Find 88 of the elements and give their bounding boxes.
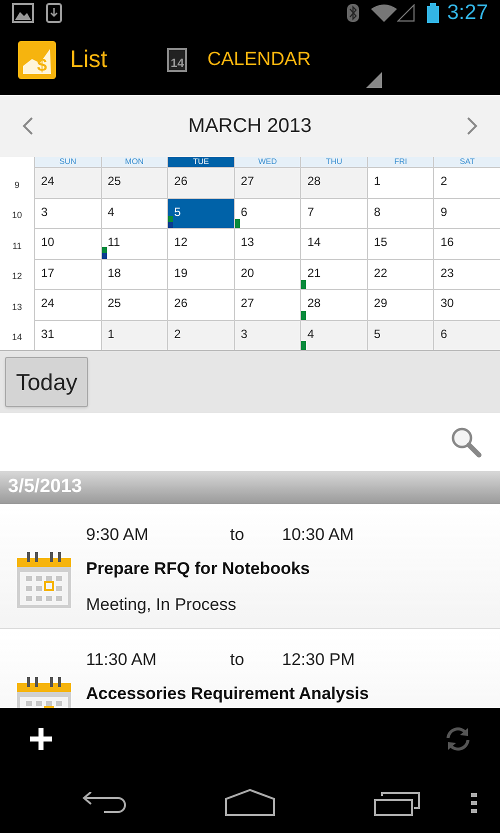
calendar-day[interactable]: 5 xyxy=(366,320,434,350)
battery-icon xyxy=(427,2,440,22)
calendar-day[interactable]: 7 xyxy=(300,198,367,228)
weekday-header: TUE xyxy=(167,157,234,167)
back-icon[interactable] xyxy=(82,792,128,816)
calendar-day[interactable]: 21 xyxy=(300,258,367,289)
end-time: 12:30 PM xyxy=(282,649,355,672)
week-number: 12 xyxy=(12,270,22,283)
start-time: 9:30 AM xyxy=(86,524,150,546)
calendar-day[interactable]: 27 xyxy=(234,289,300,320)
calendar-day[interactable]: 17 xyxy=(34,258,101,289)
calendar-day[interactable]: 28 xyxy=(300,167,367,198)
week-number: 11 xyxy=(12,240,22,252)
calendar-day[interactable]: 26 xyxy=(167,289,234,320)
weekday-header: MON xyxy=(100,157,168,167)
calendar-day[interactable]: 3 xyxy=(234,320,300,350)
week-number: 13 xyxy=(12,300,22,314)
calendar-day[interactable]: 27 xyxy=(234,167,300,198)
calendar-day[interactable]: 16 xyxy=(433,228,500,258)
weekday-header: THU xyxy=(300,157,367,167)
clock-time: 3:27 xyxy=(447,0,488,26)
calendar-day[interactable]: 31 xyxy=(34,320,101,350)
today-button[interactable]: Today xyxy=(5,357,88,407)
picture-notification-icon xyxy=(12,2,34,22)
calendar-day[interactable]: 26 xyxy=(167,167,234,198)
calendar-day[interactable]: 19 xyxy=(167,258,234,289)
calendar-day[interactable]: 14 xyxy=(300,228,367,258)
calendar-day[interactable]: 11 xyxy=(100,228,168,258)
to-label: to xyxy=(230,524,246,546)
weekday-header: FRI xyxy=(366,157,434,167)
previous-month-icon[interactable] xyxy=(22,117,34,135)
calendar-day[interactable]: 20 xyxy=(234,258,300,289)
home-icon[interactable] xyxy=(225,789,275,816)
weekday-header: WED xyxy=(234,157,300,167)
calendar-day[interactable]: 15 xyxy=(366,228,434,258)
calendar-day[interactable]: 1 xyxy=(100,320,168,350)
calendar-day[interactable]: 2 xyxy=(433,167,500,198)
calendar-day[interactable]: 24 xyxy=(34,167,101,198)
calendar-view-icon: 14 xyxy=(167,48,188,72)
calendar-day[interactable]: 25 xyxy=(100,289,168,320)
weekday-header: SAT xyxy=(433,157,500,167)
calendar-day[interactable]: 4 xyxy=(100,198,168,228)
calendar-day[interactable]: 30 xyxy=(433,289,500,320)
list-title[interactable]: List xyxy=(70,42,108,78)
date-header: 3/5/2013 xyxy=(0,471,500,504)
event-title: Accessories Requirement Analysis xyxy=(86,683,369,705)
event-subtitle: Meeting, In Process xyxy=(86,594,238,616)
to-label: to xyxy=(230,649,246,672)
calendar-day[interactable]: 9 xyxy=(433,198,500,228)
month-title: MARCH 2013 xyxy=(188,114,312,139)
calendar-day[interactable]: 4 xyxy=(300,320,367,350)
calendar-day[interactable]: 12 xyxy=(167,228,234,258)
bluetooth-icon xyxy=(347,2,360,22)
calendar-day[interactable]: 29 xyxy=(366,289,434,320)
week-number: 10 xyxy=(12,209,22,222)
event-title: Prepare RFQ for Notebooks xyxy=(86,558,311,580)
refresh-icon[interactable] xyxy=(444,725,472,753)
calendar-event-icon xyxy=(17,552,71,608)
calendar-day[interactable]: 22 xyxy=(366,258,434,289)
add-icon[interactable] xyxy=(28,726,54,752)
calendar-day[interactable]: 13 xyxy=(234,228,300,258)
weekday-header: SUN xyxy=(34,157,101,167)
search-icon[interactable] xyxy=(450,426,482,458)
calendar-day[interactable]: 5 xyxy=(167,198,234,228)
calendar-day[interactable]: 3 xyxy=(34,198,101,228)
calendar-day[interactable]: 1 xyxy=(366,167,434,198)
calendar-day[interactable]: 18 xyxy=(100,258,168,289)
calendar-day[interactable]: 23 xyxy=(433,258,500,289)
signal-icon xyxy=(397,4,416,22)
calendar-day[interactable]: 28 xyxy=(300,289,367,320)
start-time: 11:30 AM xyxy=(86,649,158,672)
calendar-day[interactable]: 10 xyxy=(34,228,101,258)
overflow-menu-icon[interactable] xyxy=(471,793,477,813)
calendar-day[interactable]: 24 xyxy=(34,289,101,320)
calendar-view-spinner[interactable]: CALENDAR xyxy=(207,46,311,74)
calendar-day[interactable]: 6 xyxy=(433,320,500,350)
week-number: 9 xyxy=(14,178,20,192)
next-month-icon[interactable] xyxy=(466,117,478,135)
wifi-icon xyxy=(371,4,398,22)
calendar-day[interactable]: 8 xyxy=(366,198,434,228)
calendar-day[interactable]: 6 xyxy=(234,198,300,228)
end-time: 10:30 AM xyxy=(282,524,354,546)
dropdown-corner-icon xyxy=(366,72,382,88)
calendar-day[interactable]: 25 xyxy=(100,167,168,198)
week-number: 14 xyxy=(12,331,22,344)
recent-apps-icon[interactable] xyxy=(374,792,420,816)
calendar-day[interactable]: 2 xyxy=(167,320,234,350)
download-notification-icon xyxy=(46,2,62,22)
